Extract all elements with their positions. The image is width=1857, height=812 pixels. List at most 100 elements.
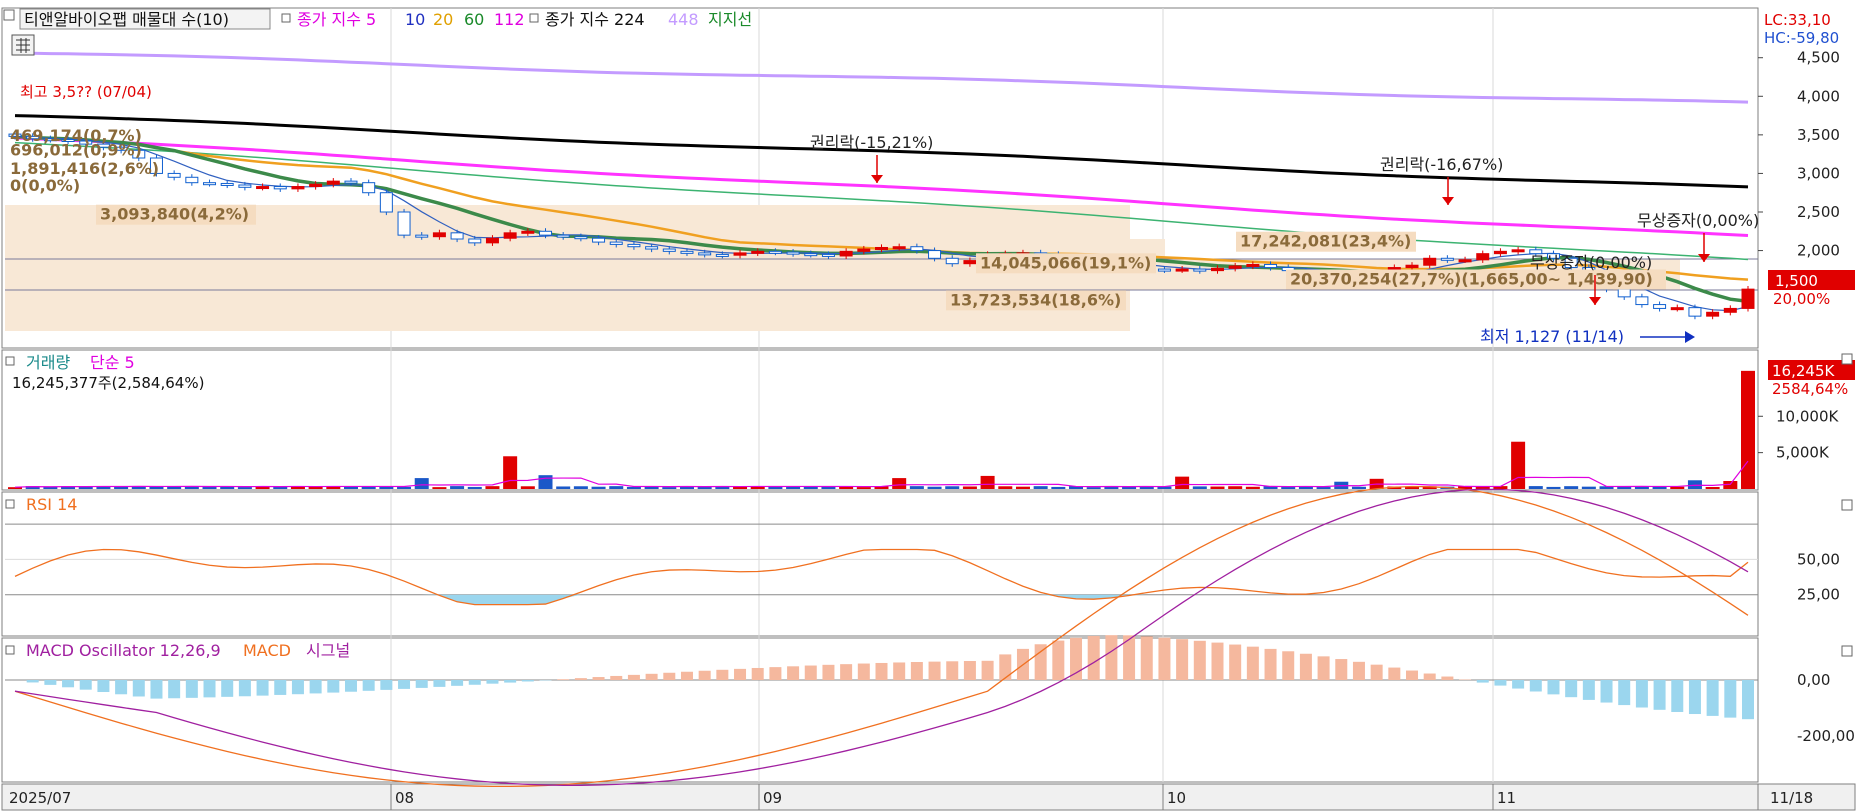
macd-oscillator-bar [1140,636,1153,680]
macd-oscillator-bar [716,669,729,680]
macd-oscillator-bar [804,665,817,680]
ex-rights-annotation: 권리락(-15,21%) [810,133,933,152]
x-axis-label: 08 [395,789,414,807]
volume-bar [1705,487,1720,489]
macd-oscillator-bar [1423,673,1436,680]
candle [1210,267,1224,272]
macd-oscillator-bar [1476,680,1489,683]
candle [839,250,853,257]
candle [1228,265,1242,269]
candle [751,250,765,254]
volume-bar [821,486,836,489]
volume-bar [856,487,871,489]
macd-tick-label: 0,00 [1797,671,1830,689]
macd-oscillator-bar [1193,640,1206,680]
candle [1264,263,1278,269]
volume-bar [609,486,624,489]
volume-profile-label: 696,012(0,9%) [10,141,142,160]
candle [945,257,959,265]
volume-bar [626,486,641,489]
volume-profile-label: 14,045,066(19,1%) [980,253,1151,272]
candle [892,246,906,250]
volume-bar [414,478,429,489]
volume-bar [520,486,535,489]
macd-oscillator-bar [1406,670,1419,680]
volume-bar [998,486,1013,489]
x-axis-label: 11 [1497,789,1516,807]
volume-bar [1511,441,1526,489]
candle [857,248,871,252]
macd-oscillator-bar [115,680,128,695]
macd-oscillator-bar [999,654,1012,680]
macd-oscillator-bar [62,680,75,688]
macd-oscillator-bar [415,680,428,688]
candle [592,237,606,243]
candle [768,250,782,254]
macd-oscillator-bar [1034,644,1047,680]
macd-oscillator-bar [1688,680,1701,715]
close-icon[interactable] [1841,645,1853,657]
candle [379,192,393,213]
close-icon[interactable] [1841,353,1853,365]
legend-ma20: 20 [433,10,453,29]
hc-label: HC:-59,80 [1764,29,1839,47]
macd-oscillator-bar [221,680,234,697]
price-tick-label: 2,500 [1797,203,1840,221]
macd-oscillator-bar [1582,680,1595,700]
volume-bar [662,487,677,489]
candle [1706,311,1720,317]
macd-oscillator-bar [203,680,216,698]
candle [1458,259,1472,263]
macd-oscillator-bar [44,680,57,685]
candle [627,243,641,248]
volume-bar [1228,486,1243,489]
macd-oscillator-bar [327,680,340,693]
volume-value: 16,245,377주(2,584,64%) [12,374,204,392]
macd-oscillator-bar [1370,664,1383,680]
close-icon[interactable] [1841,499,1853,511]
macd-oscillator-bar [610,675,623,680]
macd-oscillator-bar [1742,680,1754,720]
candle [1440,257,1454,261]
rsi-tick-label: 25,00 [1797,586,1840,604]
macd-oscillator-bar [433,680,446,687]
candle [503,232,517,239]
volume-bar [556,486,571,489]
stock-chart[interactable]: 469,174(0,7%)696,012(0,9%)1,891,416(2,6%… [0,0,1857,812]
candle [928,250,942,259]
macd-oscillator-bar [1653,680,1666,710]
current-pct-label: 20,00% [1773,290,1830,308]
candle [1246,263,1260,267]
candle [680,250,694,254]
candle [415,234,429,238]
candle [821,253,835,257]
macd-oscillator-bar [769,667,782,680]
x-axis-label: 09 [763,789,782,807]
macd-oscillator-bar [1211,642,1224,680]
volume-bar [202,487,217,489]
macd-oscillator-bar [486,680,499,684]
volume-title: 거래량 [26,353,70,372]
macd-oscillator-bar [168,680,181,699]
macd-oscillator-bar [1494,680,1507,686]
macd-oscillator-bar [627,674,640,680]
candle [238,184,252,188]
macd-oscillator-bar [1352,661,1365,680]
volume-bar [467,486,482,489]
volume-bar [538,475,553,489]
macd-oscillator-bar [1282,651,1295,680]
candle [698,252,712,256]
rsi-tick-label: 50,00 [1797,550,1840,568]
legend-ma224: 종가 지수 224 [545,10,645,29]
candle [963,260,977,265]
bonus-issue-annotation: 무상증자(0,00%) [1637,211,1759,230]
macd-oscillator-bar [79,680,92,690]
macd-oscillator-bar [875,662,888,680]
candle [344,180,358,184]
volume-bar [503,456,518,489]
macd-oscillator-bar [185,680,198,698]
volume-ma-label: 단순 5 [90,353,135,372]
legend-toggle-icon [5,645,15,655]
volume-bar [927,486,942,489]
macd-oscillator-bar [910,662,923,680]
